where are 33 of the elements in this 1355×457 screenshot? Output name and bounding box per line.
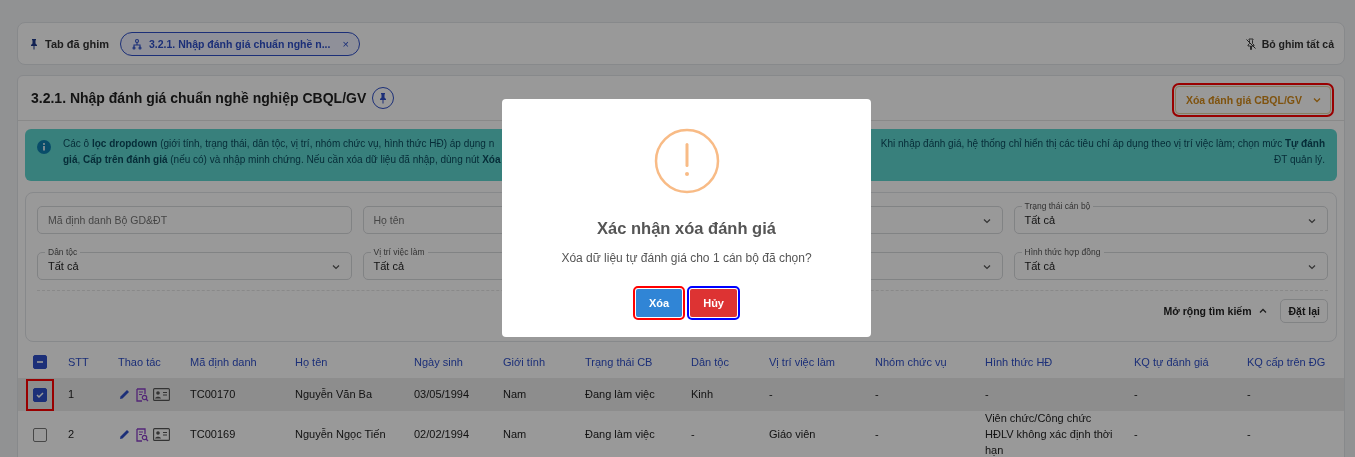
table-cell-text: TC00169: [190, 426, 237, 442]
table-cell-text: -: [1134, 426, 1139, 442]
table-cell-text: Nguyễn Ngọc Tiến: [295, 426, 387, 442]
pinned-tab-label: 3.2.1. Nhập đánh giá chuẩn nghề n...: [148, 37, 331, 50]
table-cell-text: -: [1247, 386, 1252, 402]
table-cell-text: TC00170: [190, 386, 237, 402]
table-cell-text: Nguyễn Văn Ba: [295, 386, 374, 402]
info-text: giá, Cấp trên đánh giá (nếu có) và nhập minh chứng. Nếu cần xóa dữ liệu đã nhập, dùng nút Xóa: [63, 154, 501, 165]
table-cell-text: Giáo viên: [769, 426, 817, 442]
table-cell-text: Nam: [503, 426, 528, 442]
table-cell-text: Đang làm việc: [585, 426, 656, 442]
table-cell-text: 1: [68, 386, 76, 402]
table-cell-text: Đang làm việc: [585, 386, 656, 402]
page-title: 3.2.1. Nhập đánh giá chuẩn nghề nghiệp CBQL/GV: [31, 90, 367, 106]
dialog-title: Xác nhận xóa đánh giá: [597, 219, 776, 238]
table-cell-text: -: [1247, 426, 1252, 442]
table-cell-text: -: [875, 386, 880, 402]
table-cell-text: Kinh: [691, 386, 715, 402]
table-cell-text: -: [985, 386, 990, 402]
table-cell-text: -: [1134, 386, 1139, 402]
table-cell-text: 03/05/1994: [414, 386, 471, 402]
table-cell-text: Nam: [503, 386, 528, 402]
table-cell: Viên chức/Công chức HĐLV không xác định thời hạn: [985, 411, 1113, 457]
table-cell-text: 2: [68, 426, 76, 442]
table-cell-text: -: [769, 386, 774, 402]
pinned-tabs-label: Tab đã ghim: [45, 37, 109, 50]
table-cell-text: -: [875, 426, 880, 442]
table-cell-text: 02/02/1994: [414, 426, 471, 442]
table-cell-text: -: [691, 426, 696, 442]
info-text: Các ô lọc dropdown (giới tính, trạng thái, dân tộc, vị trí, nhóm chức vụ, hình thức HĐ) áp dụng n: [63, 138, 495, 149]
info-text: ĐT quản lý.: [1274, 154, 1325, 165]
info-text: Khi nhập đánh giá, hệ thống chỉ hiển thị các tiêu chí áp dụng theo vị trí việc làm; chọn mức Tự đánh: [880, 138, 1325, 149]
dialog-message: Xóa dữ liệu tự đánh giá cho 1 cán bộ đã chọn?: [561, 251, 812, 265]
